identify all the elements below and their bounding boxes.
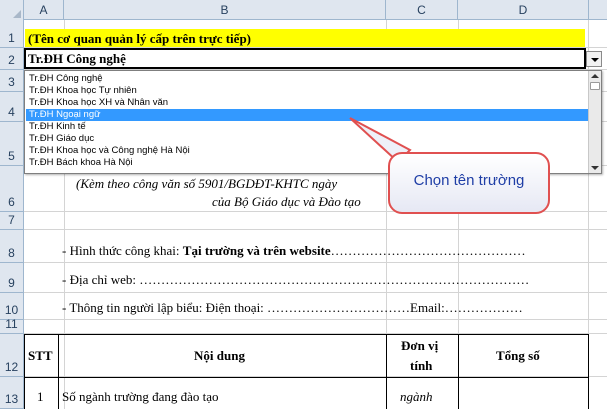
disclosure-form-label: - Hình thức công khai:: [62, 243, 183, 258]
disclosure-form-dots: ………………………………………: [330, 243, 526, 258]
row-header-6[interactable]: 6: [0, 166, 24, 212]
column-header-c[interactable]: C: [386, 0, 458, 20]
row-header-13[interactable]: 13: [0, 377, 24, 409]
dropdown-option[interactable]: Tr.ĐH Kinh tế: [26, 121, 588, 133]
disclosure-form-line: - Hình thức công khai: Tại trường và trê…: [62, 243, 526, 259]
column-header-a[interactable]: A: [24, 0, 64, 20]
scroll-up-icon[interactable]: [591, 74, 599, 78]
row-header-11[interactable]: 11: [0, 317, 24, 334]
spreadsheet: A B C D 1 2 3 4 5 6 7 8 9 10 11 12 13 (T…: [0, 0, 607, 409]
table-header-total: Tổng số: [496, 348, 540, 363]
row-13-content: Số ngành trường đang đào tạo: [62, 389, 219, 404]
table-header-unit-line2: tính: [410, 358, 433, 373]
row-header-8[interactable]: 8: [0, 230, 24, 263]
disclosure-form-value: Tại trường và trên website: [182, 243, 331, 258]
dropdown-option[interactable]: Tr.ĐH Khoa học Tự nhiên: [26, 85, 588, 97]
contact-info-line: - Thông tin người lập biểu: Điện thoại: …: [62, 300, 523, 315]
dropdown-option-selected[interactable]: Tr.ĐH Ngoại ngữ: [26, 109, 588, 121]
row-header-2[interactable]: 2: [0, 48, 24, 70]
row-13-stt: 1: [37, 389, 44, 404]
row-header-1[interactable]: 1: [0, 20, 24, 48]
select-all-corner[interactable]: [0, 0, 24, 20]
selected-school-value: Tr.ĐH Công nghệ: [28, 51, 126, 66]
callout-text: Chọn tên trường: [413, 172, 525, 189]
agency-title: (Tên cơ quan quản lý cấp trên trực tiếp): [28, 31, 251, 46]
table-header-unit-line1: Đơn vị: [401, 338, 439, 353]
row-13-unit: ngành: [400, 389, 433, 404]
dropdown-scrollbar[interactable]: [588, 71, 601, 173]
table-header-stt: STT: [28, 348, 53, 363]
column-header-d[interactable]: D: [458, 0, 589, 20]
row-header-3[interactable]: 3: [0, 70, 24, 92]
column-header-b[interactable]: B: [64, 0, 386, 20]
scroll-thumb[interactable]: [590, 82, 600, 90]
dropdown-arrow-button[interactable]: [586, 51, 602, 67]
row-header-5[interactable]: 5: [0, 122, 24, 166]
row-header-12[interactable]: 12: [0, 334, 24, 377]
reference-line-1: (Kèm theo công văn số 5901/BGDĐT-KHTC ng…: [76, 176, 338, 191]
row-header-7[interactable]: 7: [0, 212, 24, 230]
dropdown-option[interactable]: Tr.ĐH Khoa học XH và Nhân văn: [26, 97, 588, 109]
callout-bubble: Chọn tên trường: [388, 152, 550, 214]
row-header-4[interactable]: 4: [0, 92, 24, 122]
reference-line-2: của Bộ Giáo dục và Đào tạo: [212, 194, 361, 209]
row-header-9[interactable]: 9: [0, 263, 24, 293]
web-address-line: - Địa chỉ web: ……………………………………………………………………: [62, 272, 530, 287]
dropdown-option[interactable]: Tr.ĐH Giáo dục: [26, 133, 588, 145]
scroll-down-icon[interactable]: [591, 166, 599, 170]
dropdown-option[interactable]: Tr.ĐH Công nghệ: [26, 73, 588, 85]
table-header-content: Nội dung: [194, 348, 245, 363]
row-header-10[interactable]: 10: [0, 293, 24, 320]
